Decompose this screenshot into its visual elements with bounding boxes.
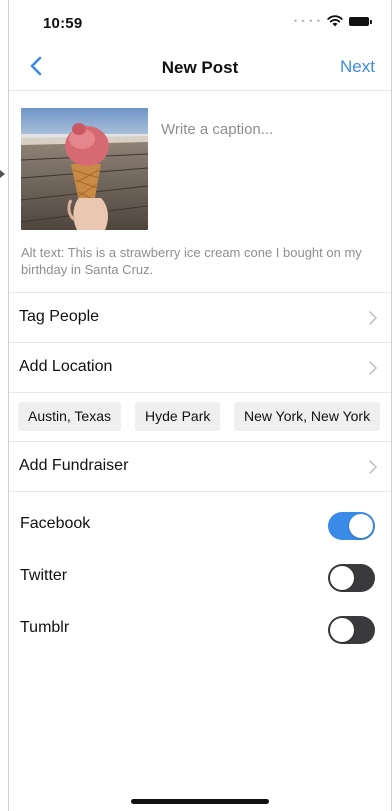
add-location-label: Add Location [19,358,113,375]
share-twitter-row: Twitter [9,545,391,595]
add-fundraiser-row[interactable]: Add Fundraiser [9,442,391,492]
toggle-knob [330,618,354,642]
add-fundraiser-label: Add Fundraiser [19,457,129,474]
home-indicator [131,799,269,804]
location-chip[interactable]: Hyde Park [135,402,221,431]
signal-icon: • • • • [293,16,321,26]
chevron-right-icon [369,460,377,474]
add-location-row[interactable]: Add Location [9,343,391,393]
ice-cream-photo [21,108,148,230]
share-tumblr-row: Tumblr [9,597,391,647]
phone-screen: 10:59 • • • • New Post Next Write a capt… [9,0,391,811]
status-icons: • • • • [293,15,372,27]
alt-text: Alt text: This is a strawberry ice cream… [21,245,362,277]
share-label-tumblr: Tumblr [20,619,70,636]
post-photo-thumbnail[interactable] [21,108,148,230]
tumblr-toggle[interactable] [328,616,375,644]
share-facebook-row: Facebook [9,493,391,543]
next-button[interactable]: Next [340,57,375,77]
share-label-twitter: Twitter [20,567,68,584]
status-bar: 10:59 • • • • [9,0,391,44]
chevron-right-icon [369,311,377,325]
wifi-icon [327,15,343,27]
page-title: New Post [161,58,239,77]
status-time: 10:59 [43,15,83,32]
share-label-facebook: Facebook [20,515,91,532]
nav-bar: New Post Next [9,44,391,91]
location-chip[interactable]: Austin, Texas [18,402,122,431]
frame-arrow-icon [0,170,5,178]
tag-people-row[interactable]: Tag People [9,293,391,343]
chevron-right-icon [369,361,377,375]
toggle-knob [349,514,373,538]
caption-input[interactable] [161,121,376,181]
post-composer: Alt text: This is a strawberry ice cream… [9,91,391,293]
facebook-toggle[interactable] [328,512,375,540]
tag-people-label: Tag People [19,308,100,325]
toggle-knob [330,566,354,590]
location-chip[interactable]: New York, New York [234,402,381,431]
location-suggestions: Austin, Texas Hyde Park New York, New Yo… [9,392,391,442]
twitter-toggle[interactable] [328,564,375,592]
battery-icon [349,16,372,26]
